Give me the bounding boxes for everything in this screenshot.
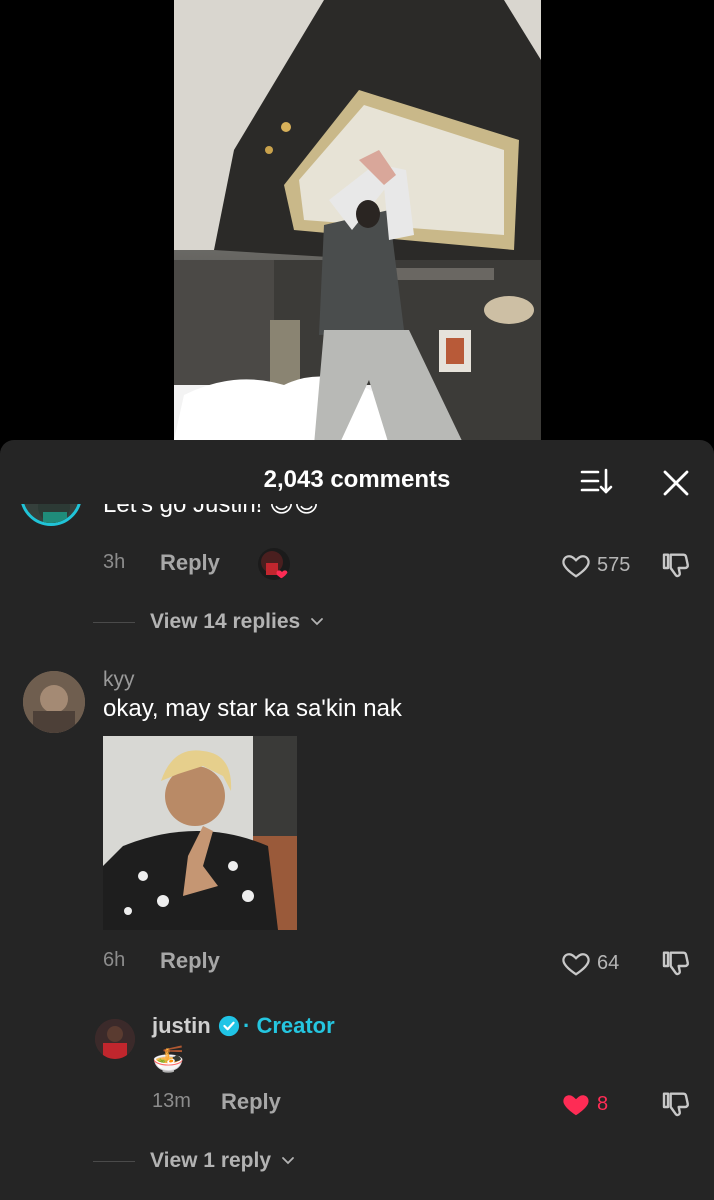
creator-avatar[interactable]	[95, 1019, 135, 1059]
divider	[93, 1161, 135, 1162]
thumbs-down-icon	[662, 553, 689, 578]
creator-username[interactable]: justin	[152, 1013, 211, 1039]
comment-text: okay, may star ka sa'kin nak	[103, 695, 402, 722]
creator-heart-icon	[261, 551, 288, 579]
heart-icon	[562, 953, 590, 976]
reply-text: 🍜	[152, 1044, 185, 1074]
reply-button[interactable]: Reply	[160, 550, 220, 576]
comment-username[interactable]: kyy	[103, 668, 135, 692]
reply-button[interactable]: Reply	[221, 1089, 281, 1115]
avatar-image	[23, 504, 79, 523]
verified-badge-icon	[218, 1015, 240, 1037]
view-replies-button[interactable]: View 14 replies	[93, 608, 353, 638]
avatar[interactable]	[20, 504, 82, 526]
comments-sheet: 2,043 comments Let's go Justin! 😍😇 3h Re…	[0, 440, 714, 1200]
avatar[interactable]	[23, 671, 85, 733]
dislike-button[interactable]	[660, 946, 694, 980]
like-button[interactable]: 64	[561, 946, 641, 980]
view-replies-label: View 1 reply	[150, 1149, 272, 1172]
creator-liked-avatar	[258, 548, 290, 580]
close-button[interactable]	[656, 463, 696, 503]
dislike-button[interactable]	[660, 1087, 694, 1121]
avatar-image	[95, 1019, 135, 1059]
sort-icon	[580, 468, 613, 494]
thumbs-down-icon	[662, 1092, 689, 1117]
creator-tag: · Creator	[243, 1013, 335, 1038]
like-button[interactable]: 575	[561, 548, 641, 582]
comment-time: 3h	[103, 551, 126, 573]
close-icon	[663, 470, 689, 496]
chevron-down-icon	[281, 1157, 294, 1165]
comment-text: Let's go Justin! 😍😇	[103, 504, 320, 518]
comment-image[interactable]	[103, 736, 297, 930]
heart-filled-icon	[563, 1095, 589, 1116]
view-replies-label: View 14 replies	[150, 610, 301, 633]
like-count: 575	[597, 554, 631, 576]
like-count: 8	[597, 1093, 609, 1115]
chevron-down-icon	[311, 618, 323, 626]
like-count: 64	[597, 952, 620, 974]
view-replies-button[interactable]: View 1 reply	[93, 1147, 353, 1177]
divider	[93, 622, 135, 623]
thumbs-down-icon	[662, 951, 689, 976]
heart-icon	[562, 555, 590, 578]
reply-time: 13m	[152, 1090, 191, 1112]
video-frame	[174, 0, 541, 445]
comment-time: 6h	[103, 949, 126, 971]
like-button[interactable]: 8	[561, 1087, 641, 1121]
reply-button[interactable]: Reply	[160, 948, 220, 974]
comment-photo	[103, 736, 297, 930]
video-player[interactable]	[0, 0, 714, 445]
comments-list[interactable]: Let's go Justin! 😍😇 3h Reply 575 View 14…	[0, 504, 714, 1200]
video-scene	[174, 0, 541, 445]
sort-button[interactable]	[576, 465, 616, 499]
avatar-image	[23, 671, 85, 733]
dislike-button[interactable]	[660, 548, 694, 582]
